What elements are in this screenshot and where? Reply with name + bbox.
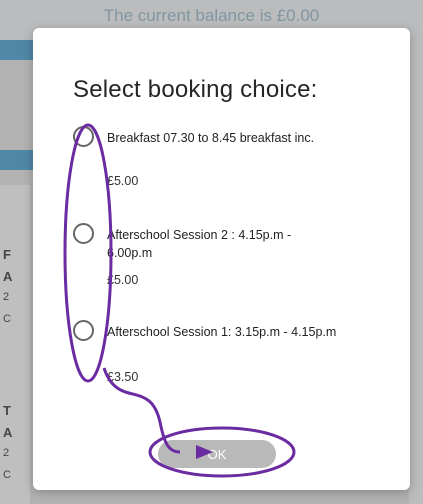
option-label: Breakfast 07.30 to 8.45 breakfast inc. [107, 131, 315, 145]
booking-option-breakfast[interactable]: Breakfast 07.30 to 8.45 breakfast inc. £… [73, 126, 373, 196]
option-label: Afterschool Session 1: 3.15p.m - 4.15p.m [107, 325, 337, 339]
radio-button[interactable] [73, 126, 94, 147]
booking-option-afterschool-1[interactable]: Afterschool Session 1: 3.15p.m - 4.15p.m… [73, 320, 373, 390]
booking-option-afterschool-2[interactable]: Afterschool Session 2 : 4.15p.m - 6.00p.… [73, 223, 373, 293]
booking-dialog: Select booking choice: Breakfast 07.30 t… [33, 28, 410, 490]
option-price: £5.00 [107, 174, 139, 188]
dialog-title: Select booking choice: [73, 76, 318, 103]
option-label: Afterschool Session 2 : 4.15p.m - 6.00p.… [107, 228, 292, 260]
radio-button[interactable] [73, 320, 94, 341]
option-price: £5.00 [107, 273, 139, 287]
radio-button[interactable] [73, 223, 94, 244]
option-price: £3.50 [107, 370, 139, 384]
ok-button[interactable]: OK [158, 440, 276, 468]
